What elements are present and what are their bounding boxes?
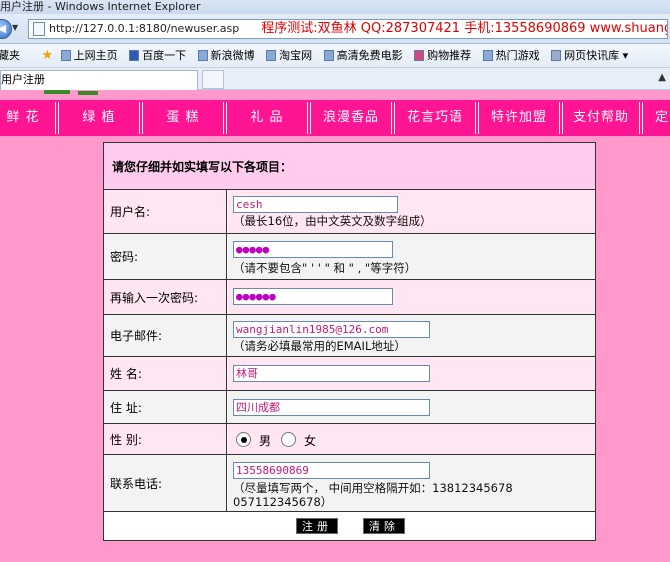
page-icon — [266, 50, 277, 61]
email-row: 电子邮件: wangjianlin1985@126.com （请务必填最常用的E… — [104, 315, 595, 357]
feed-icon — [551, 50, 562, 61]
favorite-item[interactable]: 百度一下 — [129, 44, 186, 67]
form-heading: 请您仔细并如实填写以下各项目： — [112, 160, 293, 174]
url-text[interactable]: http://127.0.0.1:8180/newuser.asp — [49, 20, 239, 38]
page-promo-text: 程序测试:双鱼林 QQ:287307421 手机:13558690869 www… — [261, 21, 667, 36]
name-cell: 林哥 — [228, 357, 595, 390]
registration-form: 请您仔细并如实填写以下各项目： 用户名: cesh （最长16位，由中文英文及数… — [103, 142, 596, 541]
nav-item[interactable]: 特许加盟 — [478, 102, 560, 134]
tab-label: 用户注册 — [1, 73, 45, 86]
button-row: 注册 清除 — [104, 512, 595, 540]
nav-item[interactable]: 支付帮助 — [562, 102, 640, 134]
gender-male-label: 男 — [259, 434, 272, 448]
phone-cell: 13558690869 （尽量填写两个， 中间用空格隔开如：1381234567… — [228, 455, 595, 511]
password-confirm-label: 再输入一次密码: — [104, 280, 227, 314]
nav-item[interactable]: 礼 品 — [226, 102, 308, 134]
phone-hint-line2: 057112345678） — [233, 495, 333, 509]
password-input[interactable]: ●●●●● — [233, 241, 393, 258]
scroll-up-icon[interactable]: ▲ — [658, 72, 666, 83]
favorite-item-label: 网页快讯库 ▾ — [564, 49, 629, 62]
favorite-item[interactable]: 高清免费电影 — [323, 44, 403, 67]
nav-dropdown-icon[interactable]: ▼ — [12, 23, 18, 32]
paw-icon — [129, 50, 140, 61]
favorite-item-label: 高清免费电影 — [336, 49, 403, 62]
password-row: 密码: ●●●●● （请不要包含" ' ' " 和 " , "等字符） — [104, 234, 595, 280]
reset-button[interactable]: 清除 — [363, 518, 405, 534]
favorite-item-label: 购物推荐 — [427, 49, 472, 62]
favorite-item-label: 新浪微博 — [210, 49, 255, 62]
back-button-icon[interactable]: ◀ — [0, 19, 12, 39]
email-cell: wangjianlin1985@126.com （请务必填最常用的EMAIL地址… — [228, 315, 595, 356]
tab-strip: 用户注册 ▲ — [0, 68, 670, 90]
username-label: 用户名: — [104, 190, 227, 233]
gift-icon — [414, 50, 425, 61]
new-tab-button[interactable] — [202, 70, 224, 89]
window-title: 用户注册 - Windows Internet Explorer — [0, 0, 201, 13]
address-label: 住 址: — [104, 391, 227, 423]
favorite-item[interactable]: 热门游戏 — [482, 44, 540, 67]
favorite-item-label: 淘宝网 — [279, 49, 313, 62]
phone-label: 联系电话: — [104, 455, 227, 511]
gender-row: 性 别: 男 女 — [104, 424, 595, 455]
gender-cell: 男 女 — [228, 424, 595, 454]
address-input[interactable]: 四川成都 — [233, 399, 430, 416]
password-hint: （请不要包含" ' ' " 和 " , "等字符） — [233, 261, 417, 275]
password-confirm-cell: ●●●●●● — [228, 280, 595, 314]
form-header-row: 请您仔细并如实填写以下各项目： — [104, 143, 595, 190]
nav-item[interactable]: 鲜 花 — [0, 102, 56, 134]
gender-female-radio[interactable] — [281, 432, 296, 447]
favorite-item[interactable]: 网页快讯库 ▾ — [551, 44, 628, 67]
page-content: 鲜 花 绿 植 蛋 糕 礼 品 浪漫香品 花言巧语 特许加盟 支付帮助 定 请您… — [0, 90, 670, 562]
password-confirm-input[interactable]: ●●●●●● — [233, 288, 393, 305]
username-hint: （最长16位，由中文英文及数字组成） — [233, 214, 432, 228]
page-icon — [323, 50, 334, 61]
page-icon — [197, 50, 208, 61]
name-label: 姓 名: — [104, 357, 227, 390]
address-row: 住 址: 四川成都 — [104, 391, 595, 424]
nav-item[interactable]: 花言巧语 — [394, 102, 476, 134]
gender-label: 性 别: — [104, 424, 227, 454]
username-row: 用户名: cesh （最长16位，由中文英文及数字组成） — [104, 190, 595, 234]
nav-item[interactable]: 定 — [642, 102, 670, 134]
tab-user-register[interactable]: 用户注册 — [0, 70, 198, 90]
submit-button[interactable]: 注册 — [296, 518, 338, 534]
favorites-label[interactable]: 藏夹 — [0, 44, 20, 67]
name-input[interactable]: 林哥 — [233, 365, 430, 382]
phone-input[interactable]: 13558690869 — [233, 462, 430, 479]
favorite-item-label: 百度一下 — [142, 49, 187, 62]
favorite-item[interactable]: 购物推荐 — [414, 44, 471, 67]
gender-male-radio[interactable] — [236, 432, 251, 447]
address-cell: 四川成都 — [228, 391, 595, 423]
page-icon — [482, 50, 493, 61]
phone-row: 联系电话: 13558690869 （尽量填写两个， 中间用空格隔开如：1381… — [104, 455, 595, 512]
page-icon — [60, 50, 71, 61]
favorite-item-label: 上网主页 — [73, 49, 118, 62]
password-cell: ●●●●● （请不要包含" ' ' " 和 " , "等字符） — [228, 234, 595, 279]
nav-item[interactable]: 绿 植 — [58, 102, 140, 134]
email-label: 电子邮件: — [104, 315, 227, 356]
favorite-item[interactable]: 上网主页 — [60, 44, 118, 67]
password-confirm-row: 再输入一次密码: ●●●●●● — [104, 280, 595, 315]
main-nav: 鲜 花 绿 植 蛋 糕 礼 品 浪漫香品 花言巧语 特许加盟 支付帮助 定 — [0, 100, 670, 136]
address-bar-row: ◀ ▼ http://127.0.0.1:8180/newuser.asp 程序测… — [0, 14, 670, 44]
favorite-item[interactable]: 淘宝网 — [266, 44, 312, 67]
email-hint: （请务必填最常用的EMAIL地址） — [233, 339, 406, 353]
name-row: 姓 名: 林哥 — [104, 357, 595, 391]
username-cell: cesh （最长16位，由中文英文及数字组成） — [228, 190, 595, 233]
nav-item[interactable]: 浪漫香品 — [310, 102, 392, 134]
address-bar[interactable]: http://127.0.0.1:8180/newuser.asp 程序测试:双鱼… — [28, 19, 668, 39]
window-title-bar: 用户注册 - Windows Internet Explorer — [0, 0, 670, 14]
banner-leaf-decoration — [78, 91, 98, 95]
email-input[interactable]: wangjianlin1985@126.com — [233, 321, 430, 338]
favorite-item-label: 热门游戏 — [495, 49, 540, 62]
gender-female-label: 女 — [304, 434, 317, 448]
favorites-bar: 藏夹 ★ 上网主页 百度一下 新浪微博 淘宝网 高清免费电影 购物推荐 热门游戏… — [0, 44, 670, 68]
banner-leaf-decoration — [44, 90, 70, 94]
username-input[interactable]: cesh — [233, 196, 398, 213]
password-label: 密码: — [104, 234, 227, 279]
nav-item[interactable]: 蛋 糕 — [142, 102, 224, 134]
add-favorite-star-icon[interactable]: ★ — [42, 48, 54, 63]
favorite-item[interactable]: 新浪微博 — [197, 44, 255, 67]
page-icon — [33, 22, 45, 36]
